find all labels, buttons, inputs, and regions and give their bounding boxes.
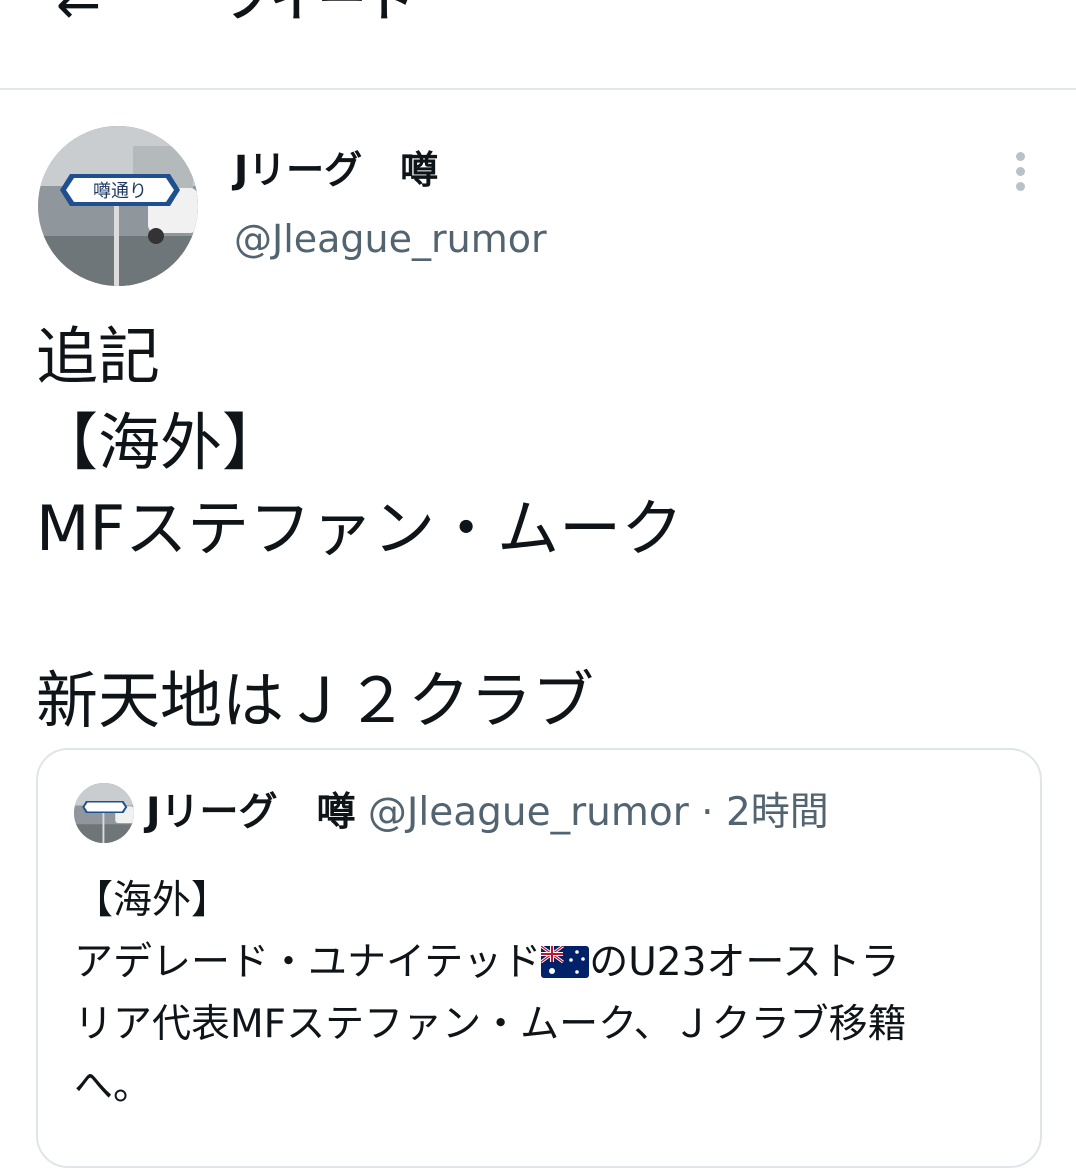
australia-flag-icon: [541, 946, 590, 978]
author-handle[interactable]: @Jleague_rumor: [234, 217, 547, 263]
quoted-avatar-photo: [74, 783, 134, 843]
quoted-author-name: Jリーグ 噂: [146, 790, 356, 835]
quoted-line-part: アデレード・ユナイテッド: [74, 940, 542, 985]
quoted-meta: Jリーグ 噂 @Jleague_rumor · 2時間: [146, 790, 829, 837]
quoted-avatar[interactable]: [74, 783, 134, 843]
quoted-line: 【海外】: [74, 878, 231, 923]
author-name[interactable]: Jリーグ 噂: [234, 148, 438, 194]
tweet-line: [36, 572, 683, 658]
quoted-tweet[interactable]: Jリーグ 噂 @Jleague_rumor · 2時間 【海外】 アデレード・ユ…: [36, 748, 1042, 1168]
avatar[interactable]: 噂通り: [38, 126, 198, 286]
quoted-author-handle: @Jleague_rumor: [367, 790, 689, 835]
quoted-time: 2時間: [725, 790, 829, 835]
quoted-line: へ。: [74, 1064, 153, 1109]
quoted-line: リア代表MFステファン・ムーク、Ｊクラブ移籍: [74, 1002, 907, 1047]
tweet-text: 追記 【海外】 MFステファン・ムーク 新天地はＪ２クラブ: [36, 314, 683, 744]
page-title: ツイート: [222, 0, 415, 28]
more-vertical-icon[interactable]: [1008, 152, 1032, 196]
tweet-line: 【海外】: [36, 406, 285, 479]
avatar-sign-text: 噂通り: [93, 181, 147, 202]
quoted-line-part: のU23オーストラ: [589, 940, 900, 985]
tweet-line: MFステファン・ムーク: [36, 492, 684, 565]
arrow-left-icon[interactable]: ←: [56, 0, 101, 32]
avatar-photo: 噂通り: [38, 126, 198, 286]
tweet-line: 新天地はＪ２クラブ: [36, 664, 595, 737]
quoted-separator: ·: [701, 790, 714, 835]
tweet-line: 追記: [36, 320, 161, 393]
quoted-text: 【海外】 アデレード・ユナイテッド のU23オーストラ リア代表MFステファン・…: [74, 870, 1014, 1118]
top-bar: ← ツイート: [0, 0, 1076, 90]
quoted-line-with-flag: アデレード・ユナイテッド のU23オーストラ: [74, 932, 1014, 994]
